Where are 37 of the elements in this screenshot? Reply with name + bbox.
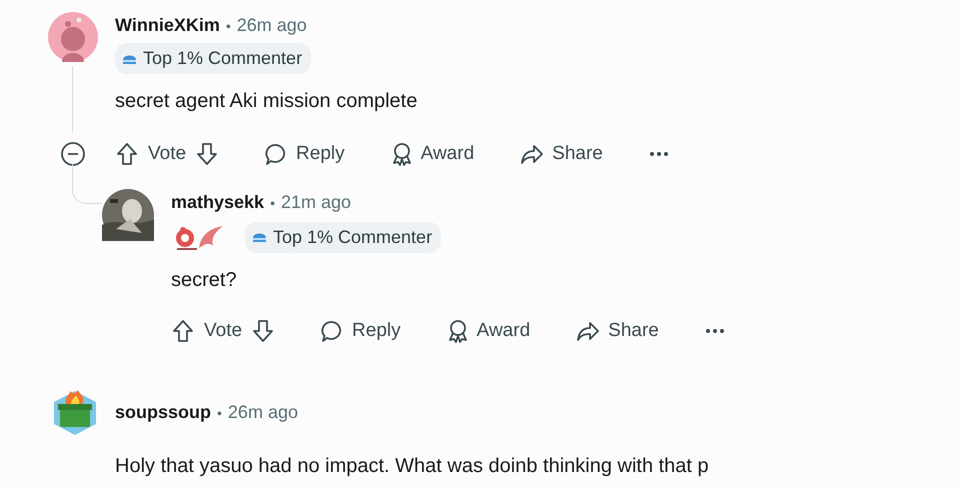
- share-icon: [576, 320, 600, 342]
- vote-label: Vote: [148, 142, 186, 166]
- downvote-icon[interactable]: [252, 318, 274, 343]
- thread-line: [72, 164, 102, 204]
- timestamp: 21m ago: [280, 192, 352, 212]
- more-icon: [648, 151, 669, 158]
- vote-label: Vote: [204, 318, 242, 342]
- upvote-icon[interactable]: [172, 318, 194, 343]
- share-icon: [520, 143, 544, 166]
- username[interactable]: soupssoup: [115, 402, 212, 422]
- timestamp: 26m ago: [236, 15, 307, 35]
- upvote-icon[interactable]: [116, 142, 138, 166]
- thread-line: [72, 66, 73, 132]
- separator-dot: •: [226, 18, 231, 34]
- share-button[interactable]: Share: [568, 312, 667, 349]
- username[interactable]: WinnieXKim: [115, 15, 220, 35]
- flair-badge: Top 1% Commenter: [245, 222, 442, 252]
- comment-text: secret?: [170, 268, 238, 292]
- avatar: [48, 12, 98, 62]
- comment-text: secret agent Aki mission complete: [114, 89, 418, 114]
- avatar: [52, 389, 98, 435]
- collapse-button[interactable]: [60, 141, 86, 168]
- flair-badge: Top 1% Commenter: [115, 43, 312, 74]
- comment-text: Holy that yasuo had no impact. What was doinb thinking with that p: [114, 454, 710, 479]
- award-button[interactable]: Award: [382, 136, 482, 172]
- more-icon: [704, 328, 725, 334]
- separator-dot: •: [270, 194, 275, 210]
- share-button[interactable]: Share: [512, 136, 611, 172]
- downvote-icon[interactable]: [196, 142, 218, 166]
- award-icon: [390, 142, 413, 166]
- reply-button[interactable]: Reply: [312, 312, 409, 349]
- reply-button[interactable]: Reply: [256, 136, 353, 172]
- username[interactable]: mathysekk: [171, 192, 264, 212]
- award-icon: [446, 318, 469, 343]
- award-button[interactable]: Award: [438, 312, 538, 349]
- timestamp: 26m ago: [228, 402, 298, 422]
- separator-dot: •: [217, 404, 222, 420]
